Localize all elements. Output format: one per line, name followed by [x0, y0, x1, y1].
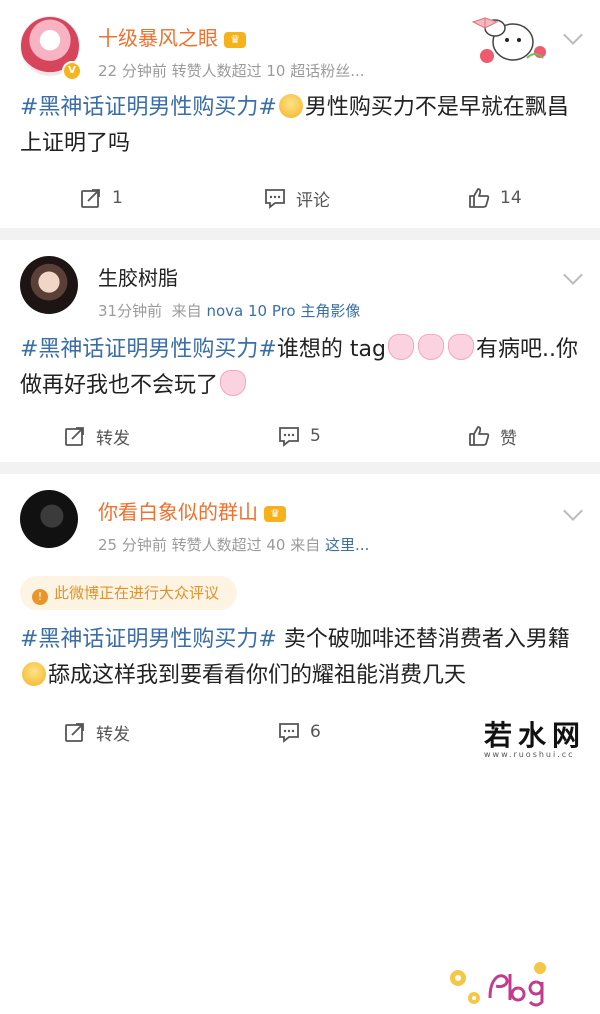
like-button[interactable]: 14 [468, 178, 522, 218]
post-1: V 十级暴风之眼 ♛ 22 分钟前 转赞人数超过 10 超话粉丝... #黑神话证… [0, 0, 600, 228]
comment-icon [265, 189, 285, 209]
comment-icon [279, 427, 299, 447]
post-2: 生胶树脂 31分钟前 来自 nova 10 Pro 主角影像 #黑神话证明男性购… [0, 240, 600, 462]
post-meta-text: 25 分钟前 转赞人数超过 40 来自 [98, 536, 321, 554]
comment-button[interactable]: 评论 [264, 178, 330, 218]
watermark-text: 若水网 [484, 719, 587, 752]
watermark-url: www.ruoshui.cc [484, 750, 575, 759]
repost-label: 转发 [96, 724, 130, 745]
repost-icon [65, 427, 84, 446]
post-source-link[interactable]: nova 10 Pro 主角影像 [206, 302, 360, 320]
like-button[interactable]: 赞 [468, 416, 517, 456]
site-watermark: 若水网 www.ruoshui.cc [470, 712, 600, 760]
repost-icon [81, 189, 100, 208]
action-bar: 1 评论 14 [0, 178, 600, 218]
post-meta: 31分钟前 来自 nova 10 Pro 主角影像 [98, 300, 360, 321]
comment-count: 6 [310, 722, 321, 742]
from-label: 来自 [171, 302, 202, 320]
repost-icon [65, 723, 84, 742]
rabbit-emoji-icon [447, 334, 474, 360]
avatar[interactable] [20, 256, 78, 314]
thumbs-up-icon [469, 426, 490, 446]
repost-button[interactable]: 转发 [64, 416, 130, 456]
crown-badge-icon: ♛ [264, 505, 286, 522]
username-text[interactable]: 你看白象似的群山 [98, 500, 258, 524]
comment-button[interactable]: 6 [278, 712, 321, 752]
sticker-decoration-icon [471, 17, 546, 63]
username[interactable]: 十级暴风之眼 ♛ [98, 26, 246, 50]
notice-text: 此微博正在进行大众评议 [54, 584, 220, 602]
username[interactable]: 你看白象似的群山 ♛ [98, 500, 286, 524]
like-count: 14 [500, 188, 522, 208]
chevron-down-icon[interactable] [563, 25, 583, 45]
rabbit-emoji-icon [387, 334, 414, 360]
thumbs-up-icon [469, 188, 490, 208]
crown-badge-icon: ♛ [224, 31, 246, 48]
post-body: 谁想的 tag [276, 337, 386, 362]
hashtag-link[interactable]: #黑神话证明男性购买力# [20, 95, 277, 120]
username-text[interactable]: 十级暴风之眼 [98, 26, 218, 50]
repost-count: 1 [112, 188, 123, 208]
info-icon: ! [32, 589, 48, 605]
comment-icon [279, 723, 299, 743]
laugh-emoji-icon [278, 94, 303, 118]
post-body: 舔成这样我到要看看你们的耀祖能消费几天 [48, 663, 467, 688]
repost-button[interactable]: 转发 [64, 712, 130, 752]
repost-label: 转发 [96, 428, 130, 449]
post-meta: 22 分钟前 转赞人数超过 10 超话粉丝... [98, 62, 365, 80]
separator [0, 228, 600, 240]
rabbit-emoji-icon [417, 334, 444, 360]
post-source-link[interactable]: 这里... [325, 536, 369, 554]
post-body: 卖个破咖啡还替消费者入男籍 [276, 627, 570, 652]
repost-button[interactable]: 1 [80, 178, 123, 218]
username[interactable]: 生胶树脂 [98, 266, 178, 290]
chevron-down-icon[interactable] [563, 265, 583, 285]
post-text: #黑神话证明男性购买力# 男性购买力不是早就在飘昌上证明了吗 [20, 90, 580, 162]
like-label: 赞 [500, 428, 517, 449]
post-text: #黑神话证明男性购买力# 卖个破咖啡还替消费者入男籍 舔成这样我到要看看你们的耀… [20, 622, 580, 694]
hashtag-link[interactable]: #黑神话证明男性购买力# [20, 627, 277, 652]
hashtag-link[interactable]: #黑神话证明男性购买力# [20, 337, 277, 362]
action-bar: 转发 5 赞 [0, 416, 600, 456]
separator [0, 462, 600, 474]
comment-count: 5 [310, 426, 321, 446]
chevron-down-icon[interactable] [563, 501, 583, 521]
verified-badge-icon: V [62, 61, 82, 81]
public-review-notice[interactable]: ! 此微博正在进行大众评议 [20, 576, 238, 610]
rabbit-emoji-icon [220, 370, 247, 396]
plog-sticker-icon [450, 962, 546, 1007]
post-text: #黑神话证明男性购买力#谁想的 tag 有病吧..你做再好我也不会玩了 [20, 332, 580, 404]
sweat-smile-emoji-icon [22, 662, 46, 686]
comment-label: 评论 [296, 190, 330, 211]
post-meta: 25 分钟前 转赞人数超过 40 来自 这里... [98, 534, 369, 555]
comment-button[interactable]: 5 [278, 416, 321, 456]
post-time: 31分钟前 [98, 302, 163, 320]
avatar[interactable] [20, 490, 78, 548]
